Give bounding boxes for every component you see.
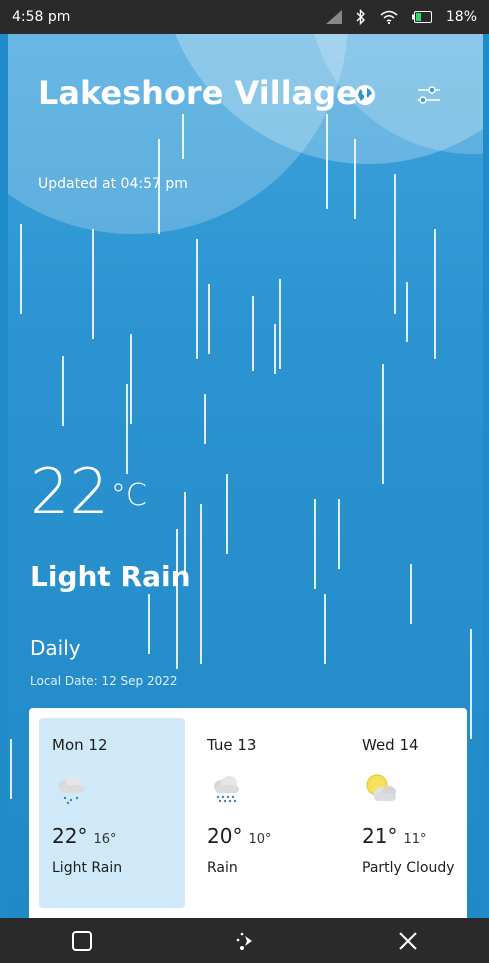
day-label: Wed 14 <box>362 736 419 754</box>
close-button[interactable] <box>386 919 430 963</box>
rain-streak <box>200 504 202 664</box>
day-low: 16° <box>93 832 117 847</box>
rain-streak <box>324 594 326 664</box>
assistant-icon <box>236 932 252 950</box>
rain-streak <box>182 114 184 159</box>
day-high: 20° <box>207 824 243 848</box>
day-condition: Rain <box>207 860 238 876</box>
assistant-button[interactable] <box>223 919 267 963</box>
day-label: Mon 12 <box>52 736 108 754</box>
signal-icon <box>325 10 342 24</box>
rain-streak <box>208 284 210 354</box>
day-low: 11° <box>403 832 427 847</box>
rain-streak <box>148 594 150 654</box>
day-high: 21° <box>362 824 398 848</box>
rain-streak <box>204 394 206 444</box>
temperature-unit: °C <box>110 478 147 513</box>
light-rain-cloud-icon <box>59 776 84 805</box>
current-condition: Light Rain <box>30 560 191 593</box>
rain-cloud-icon <box>214 776 239 803</box>
rain-streak <box>130 334 132 424</box>
day-high: 22° <box>52 824 88 848</box>
status-bar: 4:58 pm 18% <box>0 0 489 34</box>
rain-streak <box>338 499 340 569</box>
rain-streak <box>92 229 94 339</box>
recents-button[interactable] <box>60 919 104 963</box>
rain-streak <box>226 474 228 554</box>
day-label: Tue 13 <box>207 736 257 754</box>
day-low: 10° <box>248 832 272 847</box>
temperature-value: 22 <box>30 455 109 528</box>
battery-icon <box>411 11 432 23</box>
rain-streak <box>176 529 178 669</box>
rain-streak <box>470 629 472 739</box>
wifi-icon <box>380 10 398 24</box>
rain-streak <box>434 229 436 359</box>
rain-streak <box>20 224 22 314</box>
forecast-day-wed[interactable]: Wed 14 21° 11° Partly Cloudy <box>349 718 467 908</box>
daily-heading: Daily <box>30 636 81 660</box>
daily-forecast-card: Mon 12 22° 16° Light Rain Tue 13 20° 10°… <box>29 708 467 918</box>
rain-streak <box>406 282 408 342</box>
rain-streak <box>196 239 198 359</box>
rain-streak <box>354 139 356 219</box>
updated-time: Updated at 04:57 pm <box>38 176 188 192</box>
rain-streak <box>10 739 12 799</box>
day-condition: Light Rain <box>52 860 123 876</box>
rain-streak <box>274 324 276 374</box>
rain-streak <box>382 364 384 484</box>
rain-streak <box>314 499 316 589</box>
current-temperature: 22°C <box>30 456 147 528</box>
bluetooth-icon <box>356 9 365 25</box>
rain-streak <box>410 564 412 624</box>
globe-icon[interactable] <box>354 84 376 106</box>
navigation-bar <box>0 918 489 963</box>
forecast-day-tue[interactable]: Tue 13 20° 10° Rain <box>194 718 340 908</box>
rain-streak <box>279 279 281 369</box>
weather-app: Lakeshore Village Updated at 04:57 pm 22… <box>8 34 483 918</box>
status-icons: 18% <box>325 9 477 25</box>
status-time: 4:58 pm <box>12 9 71 25</box>
day-temps: 20° 10° <box>207 824 340 848</box>
day-temps: 22° 16° <box>52 824 185 848</box>
day-temps: 21° 11° <box>362 824 467 848</box>
recents-square-icon <box>71 930 92 951</box>
partly-cloudy-icon <box>366 774 396 801</box>
day-condition: Partly Cloudy <box>362 860 455 876</box>
battery-percent: 18% <box>445 9 477 25</box>
forecast-day-mon[interactable]: Mon 12 22° 16° Light Rain <box>39 718 185 908</box>
rain-streak <box>62 356 64 426</box>
local-date: Local Date: 12 Sep 2022 <box>30 674 178 688</box>
sliders-icon[interactable] <box>416 82 442 108</box>
rain-streak <box>326 114 328 209</box>
rain-streak <box>252 296 254 371</box>
rain-streak <box>394 174 396 314</box>
city-name: Lakeshore Village <box>38 74 358 112</box>
close-icon <box>398 931 417 950</box>
